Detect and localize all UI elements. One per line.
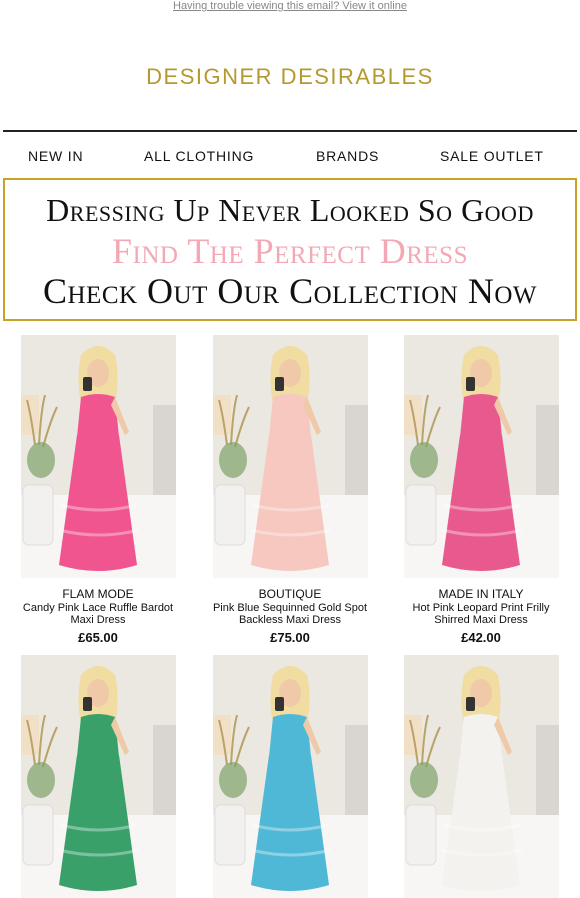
nav-all-clothing[interactable]: ALL CLOTHING	[144, 148, 254, 164]
product-card[interactable]: FLAM MODE Candy Pink Lace Ruffle Bardot …	[12, 335, 184, 645]
product-card[interactable]: MADE IN ITALY Hot Pink Leopard Print Fri…	[395, 335, 567, 645]
product-name[interactable]: Pink Blue Sequinned Gold Spot Backless M…	[204, 602, 376, 626]
product-card[interactable]	[12, 655, 184, 898]
product-brand: MADE IN ITALY	[438, 587, 524, 601]
nav-new-in[interactable]: NEW IN	[28, 148, 83, 164]
product-card[interactable]: BOUTIQUE Pink Blue Sequinned Gold Spot B…	[204, 335, 376, 645]
leopard-dress-photo[interactable]	[403, 335, 559, 578]
banner-line-3: Check Out Our Collection Now	[42, 271, 538, 311]
product-price: £65.00	[78, 630, 118, 645]
brand-logo[interactable]: DESIGNER DESIRABLES	[0, 64, 580, 90]
blue-dress-photo[interactable]	[212, 655, 368, 898]
promo-banner[interactable]: Dressing Up Never Looked So Good Find Th…	[3, 178, 577, 321]
product-name[interactable]: Candy Pink Lace Ruffle Bardot Maxi Dress	[12, 602, 184, 626]
main-nav: NEW IN ALL CLOTHING BRANDS SALE OUTLET	[3, 130, 577, 179]
product-card[interactable]	[204, 655, 376, 898]
product-brand: FLAM MODE	[62, 587, 134, 601]
banner-line-1: Dressing Up Never Looked So Good	[46, 192, 534, 228]
product-card[interactable]	[395, 655, 567, 898]
pink-ruffle-dress-photo[interactable]	[20, 335, 176, 578]
product-price: £75.00	[270, 630, 310, 645]
nav-brands[interactable]: BRANDS	[316, 148, 379, 164]
view-online-bar: Having trouble viewing this email? View …	[0, 0, 580, 12]
nav-sale-outlet[interactable]: SALE OUTLET	[440, 148, 544, 164]
banner-line-2: Find The Perfect Dress	[112, 231, 468, 271]
product-brand: BOUTIQUE	[258, 587, 322, 601]
view-online-link[interactable]: Having trouble viewing this email? View …	[173, 0, 407, 12]
white-dress-photo[interactable]	[403, 655, 559, 898]
product-price: £42.00	[461, 630, 501, 645]
product-name[interactable]: Hot Pink Leopard Print Frilly Shirred Ma…	[395, 602, 567, 626]
pink-blue-dress-photo[interactable]	[212, 335, 368, 578]
green-print-dress-photo[interactable]	[20, 655, 176, 898]
